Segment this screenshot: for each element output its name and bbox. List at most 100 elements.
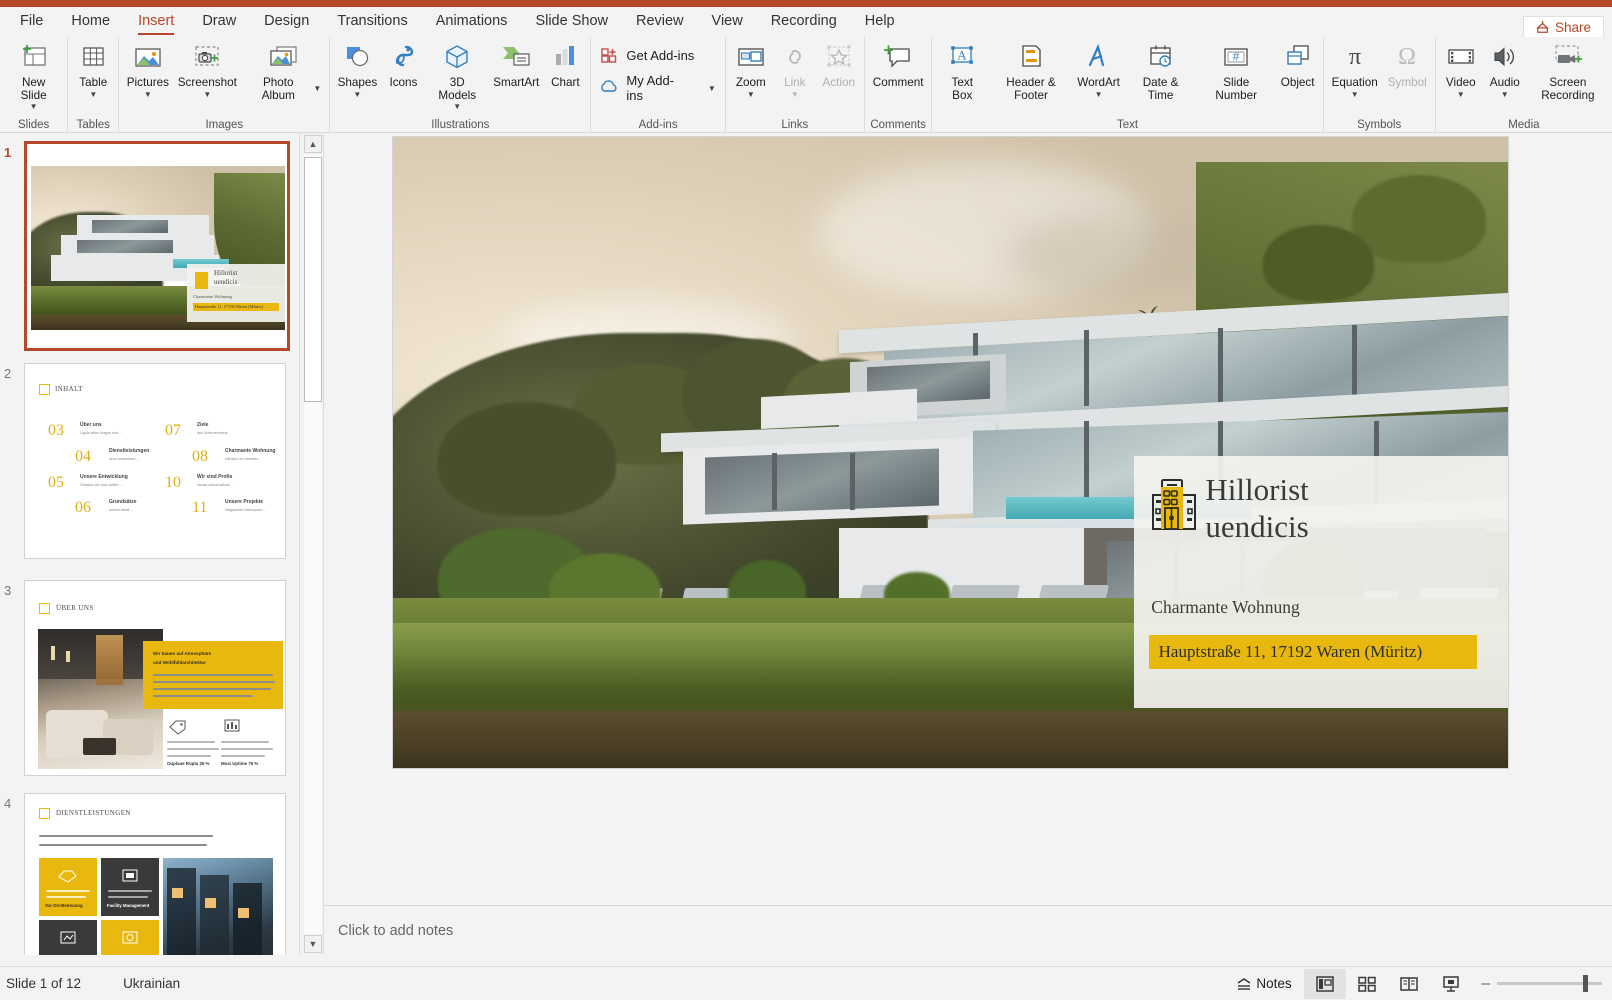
comment-button[interactable]: Comment: [868, 37, 929, 90]
slide2-desc-06: werein detail ...: [109, 508, 134, 512]
zoom-out-button[interactable]: –: [1482, 975, 1490, 992]
tab-view[interactable]: View: [698, 9, 757, 35]
tab-insert[interactable]: Insert: [124, 9, 188, 35]
equation-button[interactable]: π Equation ▼: [1327, 37, 1383, 99]
zoom-handle[interactable]: [1583, 975, 1588, 992]
slide-sorter-view-button[interactable]: [1346, 969, 1388, 999]
photo-album-icon: [268, 40, 300, 74]
slide-thumbnail-1[interactable]: Hillorist uendicis Charmante Wohnung Hau…: [24, 141, 290, 351]
chevron-down-icon: ▼: [790, 89, 799, 99]
chevron-down-icon[interactable]: ▼: [708, 84, 716, 93]
zoom-slider[interactable]: –: [1472, 975, 1602, 992]
smartart-button[interactable]: SmartArt: [489, 37, 543, 90]
3d-models-button[interactable]: 3D Models ▼: [425, 37, 489, 111]
chevron-down-icon[interactable]: ▼: [89, 90, 97, 99]
thumbnail-scrollbar[interactable]: ▲ ▼: [302, 133, 324, 955]
tab-review[interactable]: Review: [622, 9, 698, 35]
scroll-down-arrow-icon[interactable]: ▼: [304, 935, 322, 953]
slide-thumbnail-3[interactable]: ÜBER UNS Wir bauen auf Atmosphäre und Wo…: [24, 580, 286, 776]
tab-help[interactable]: Help: [851, 9, 909, 35]
audio-button[interactable]: Audio ▼: [1483, 37, 1527, 99]
zoom-track[interactable]: [1497, 975, 1602, 992]
slide3-stat-2: Mosi Uptime 75 %: [221, 761, 259, 766]
notes-pane[interactable]: Click to add notes: [324, 905, 1612, 955]
slide2-num-05: 05: [48, 474, 64, 491]
ribbon-group-media: Video ▼ Audio ▼ Screen Recording Media: [1436, 37, 1612, 133]
pictures-button[interactable]: Pictures ▼: [122, 37, 173, 99]
header-footer-button[interactable]: Header & Footer: [989, 37, 1073, 102]
screen-recording-button[interactable]: Screen Recording: [1527, 37, 1609, 102]
share-icon: [1536, 20, 1549, 33]
scrollbar-thumb[interactable]: [304, 157, 322, 402]
shapes-button[interactable]: Shapes ▼: [333, 37, 381, 99]
normal-view-icon: [1315, 975, 1334, 992]
chart-button[interactable]: Chart: [543, 37, 587, 90]
tab-home[interactable]: Home: [57, 9, 124, 35]
slide2-title-11: Unsere Projekte: [225, 499, 264, 505]
chevron-down-icon[interactable]: ▼: [1351, 90, 1359, 99]
current-slide-canvas[interactable]: Hillorist uendicis Charmante Wohnung Hau…: [392, 136, 1509, 769]
scroll-up-arrow-icon[interactable]: ▲: [304, 135, 322, 153]
slide-number-1: 1: [4, 145, 12, 160]
normal-view-button[interactable]: [1303, 968, 1346, 999]
thumb1-title-1: Hillorist: [214, 269, 238, 277]
new-slide-button[interactable]: New Slide ▼: [3, 37, 64, 111]
notes-toggle-button[interactable]: Notes: [1232, 976, 1303, 991]
tab-draw[interactable]: Draw: [188, 9, 250, 35]
slide-thumbnail-2[interactable]: INHALT 03 Über uns Ligula tellus magna e…: [24, 363, 286, 559]
icons-button[interactable]: Icons: [381, 37, 425, 90]
cliff-edge: [393, 711, 1508, 768]
svg-text:π: π: [1349, 44, 1361, 70]
tab-animations[interactable]: Animations: [422, 9, 522, 35]
tab-transitions[interactable]: Transitions: [323, 9, 421, 35]
chevron-down-icon[interactable]: ▼: [747, 90, 755, 99]
chevron-down-icon[interactable]: ▼: [144, 90, 152, 99]
chevron-down-icon[interactable]: ▼: [1457, 90, 1465, 99]
slide2-desc-10: Neuse sollsel adicas ...: [197, 483, 234, 487]
chevron-down-icon[interactable]: ▼: [453, 103, 461, 111]
slide4-marker: [39, 808, 50, 819]
chevron-down-icon[interactable]: ▼: [30, 103, 38, 111]
object-button[interactable]: Object: [1276, 37, 1320, 90]
comment-label: Comment: [872, 76, 924, 89]
slide-number-button[interactable]: # Slide Number: [1197, 37, 1276, 102]
share-button[interactable]: Share: [1522, 16, 1604, 38]
date-time-button[interactable]: Date & Time: [1124, 37, 1196, 102]
slide-counter[interactable]: Slide 1 of 12: [6, 976, 81, 991]
slide-show-view-button[interactable]: [1430, 969, 1472, 999]
slide-thumbnail-4[interactable]: DIENSTLEISTUNGEN Vor-Ort-Betreuung Facil…: [24, 793, 286, 955]
chevron-down-icon[interactable]: ▼: [353, 90, 361, 99]
tab-recording[interactable]: Recording: [757, 9, 851, 35]
photo-album-button[interactable]: Photo Album ▼: [241, 37, 326, 102]
language-indicator[interactable]: Ukrainian: [123, 976, 180, 991]
chevron-down-icon[interactable]: ▼: [1501, 90, 1509, 99]
reading-view-button[interactable]: [1388, 969, 1430, 999]
get-addins-button[interactable]: Get Add-ins: [594, 41, 721, 69]
chevron-down-icon[interactable]: ▼: [313, 84, 321, 93]
slide-info-card[interactable]: Hillorist uendicis Charmante Wohnung Hau…: [1134, 455, 1508, 709]
symbol-label: Symbol: [1387, 76, 1427, 89]
ribbon-group-symbols: π Equation ▼ Ω Symbol Symbols: [1324, 37, 1436, 133]
powerpoint-window: File Home Insert Draw Design Transitions…: [0, 0, 1612, 1000]
tab-file[interactable]: File: [6, 9, 57, 35]
screenshot-button[interactable]: Screenshot ▼: [173, 37, 241, 99]
zoom-button[interactable]: Zoom ▼: [729, 37, 773, 99]
icons-icon: [387, 40, 419, 74]
tab-design[interactable]: Design: [250, 9, 323, 35]
chevron-down-icon[interactable]: ▼: [203, 90, 211, 99]
my-addins-label: My Add-ins: [626, 73, 675, 103]
slide2-desc-04: Arbo orrewocum ...: [109, 457, 140, 461]
my-addins-button[interactable]: My Add-ins ▼: [594, 69, 721, 107]
editor-body: 1 Hillorist uendicis Charmante Wohnung H…: [0, 133, 1612, 955]
video-button[interactable]: Video ▼: [1439, 37, 1483, 99]
text-box-button[interactable]: A Text Box: [935, 37, 989, 102]
ribbon-group-tables: Table ▼ Tables: [68, 37, 120, 133]
table-label: Table: [79, 76, 108, 89]
tab-slide-show[interactable]: Slide Show: [521, 9, 622, 35]
table-button[interactable]: Table ▼: [71, 37, 115, 99]
get-addins-label: Get Add-ins: [626, 47, 695, 63]
chevron-down-icon[interactable]: ▼: [1095, 90, 1103, 99]
link-icon: [779, 40, 811, 74]
notes-icon: [1237, 977, 1251, 990]
wordart-button[interactable]: WordArt ▼: [1073, 37, 1124, 99]
